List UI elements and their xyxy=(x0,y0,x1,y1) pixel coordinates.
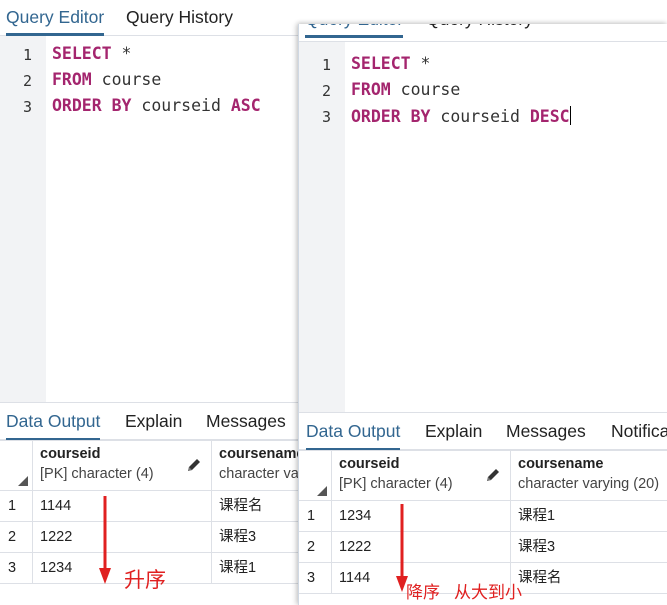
line-number: 3 xyxy=(22,98,32,116)
tab-query-history[interactable]: Query History xyxy=(126,0,233,36)
cell-coursename[interactable]: 课程3 xyxy=(212,522,300,553)
line-number-gutter: 1 2 3 xyxy=(299,42,345,412)
code-text: * xyxy=(410,54,431,73)
tab-notifications[interactable]: Notifications xyxy=(611,413,667,451)
ascending-annotation: 升序 xyxy=(124,568,166,592)
keyword-asc: ASC xyxy=(230,96,261,115)
keyword-select: SELECT xyxy=(52,44,112,63)
cell-coursename[interactable]: 课程1 xyxy=(212,553,300,584)
column-header-courseid[interactable]: courseid [PK] character (4) xyxy=(33,441,212,491)
table-row[interactable]: 1 1234 课程1 xyxy=(299,501,667,532)
keyword-order-by: ORDER BY xyxy=(52,96,132,115)
code-line-2: FROM course xyxy=(351,80,460,99)
column-header-courseid[interactable]: courseid [PK] character (4) xyxy=(332,451,511,501)
column-header-coursename[interactable]: coursename character varying (20) xyxy=(212,441,300,491)
sort-corner-icon xyxy=(317,486,327,496)
row-number: 3 xyxy=(0,553,33,584)
line-number: 2 xyxy=(22,72,32,90)
left-result-tabbar: Data Output Explain Messages xyxy=(0,402,300,441)
column-header-coursename[interactable]: coursename character varying (20) xyxy=(511,451,667,501)
cell-coursename[interactable]: 课程1 xyxy=(511,501,667,532)
line-number: 3 xyxy=(321,108,331,126)
line-number-gutter: 1 2 3 xyxy=(0,36,46,402)
code-line-2: FROM course xyxy=(52,70,161,89)
tab-explain[interactable]: Explain xyxy=(425,413,482,451)
right-query-window: Query Editor Query History 1 2 3 SELECT … xyxy=(298,24,667,605)
keyword-select: SELECT xyxy=(351,54,411,73)
left-query-window: Query Editor Query History 1 2 3 SELECT … xyxy=(0,0,300,605)
right-result-tabbar: Data Output Explain Messages Notificatio… xyxy=(299,412,667,451)
code-line-1: SELECT * xyxy=(351,54,430,73)
code-text: courseid xyxy=(430,107,530,126)
text-cursor xyxy=(569,106,571,125)
code-line-3: ORDER BY courseid ASC xyxy=(52,96,261,115)
column-name: courseid xyxy=(339,456,400,472)
table-row[interactable]: 1 1144 课程名 xyxy=(0,491,300,522)
code-text: * xyxy=(111,44,132,63)
cell-coursename[interactable]: 课程3 xyxy=(511,532,667,563)
table-row[interactable]: 2 1222 课程3 xyxy=(299,532,667,563)
line-number: 1 xyxy=(321,56,331,74)
cell-coursename[interactable]: 课程名 xyxy=(511,563,667,594)
cell-courseid[interactable]: 1144 xyxy=(33,491,212,522)
tab-messages[interactable]: Messages xyxy=(506,413,586,451)
column-name: coursename xyxy=(518,456,604,472)
cell-courseid[interactable]: 1222 xyxy=(33,522,212,553)
descending-annotation: 降序 xyxy=(406,583,440,603)
tab-messages[interactable]: Messages xyxy=(206,403,286,441)
code-text: courseid xyxy=(131,96,231,115)
column-type: character varying (20) xyxy=(518,476,660,492)
tab-data-output[interactable]: Data Output xyxy=(306,413,401,451)
code-text: course xyxy=(390,80,461,99)
keyword-from: FROM xyxy=(351,80,391,99)
keyword-order-by: ORDER BY xyxy=(351,107,431,126)
row-number: 2 xyxy=(299,532,332,563)
cell-courseid[interactable]: 1234 xyxy=(332,501,511,532)
code-line-3: ORDER BY courseid DESC xyxy=(351,106,571,126)
pencil-icon[interactable] xyxy=(484,466,502,484)
left-sql-editor[interactable]: 1 2 3 SELECT * FROM course ORDER BY cour… xyxy=(0,36,300,402)
tab-data-output[interactable]: Data Output xyxy=(6,403,101,441)
tab-query-history[interactable]: Query History xyxy=(426,24,533,38)
column-name: courseid xyxy=(40,446,101,462)
code-text: course xyxy=(91,70,162,89)
table-row[interactable]: 2 1222 课程3 xyxy=(0,522,300,553)
row-number: 1 xyxy=(299,501,332,532)
tab-explain[interactable]: Explain xyxy=(125,403,182,441)
sort-corner-icon xyxy=(18,476,28,486)
select-all-corner[interactable] xyxy=(0,441,33,491)
right-editor-tabbar: Query Editor Query History xyxy=(299,24,667,42)
column-type: [PK] character (4) xyxy=(40,466,154,482)
keyword-from: FROM xyxy=(52,70,92,89)
keyword-desc: DESC xyxy=(529,107,570,126)
column-type: character varying (20) xyxy=(219,466,300,482)
down-arrow-annotation xyxy=(99,496,111,584)
pencil-icon[interactable] xyxy=(185,456,203,474)
large-to-small-annotation: 从大到小 xyxy=(454,583,522,603)
row-number: 1 xyxy=(0,491,33,522)
cell-courseid[interactable]: 1222 xyxy=(332,532,511,563)
row-number: 2 xyxy=(0,522,33,553)
column-name: coursename xyxy=(219,446,300,462)
select-all-corner[interactable] xyxy=(299,451,332,501)
cell-courseid[interactable]: 1234 xyxy=(33,553,212,584)
right-sql-editor[interactable]: 1 2 3 SELECT * FROM course ORDER BY cour… xyxy=(299,42,667,412)
left-editor-tabbar: Query Editor Query History xyxy=(0,0,300,36)
column-type: [PK] character (4) xyxy=(339,476,453,492)
cell-coursename[interactable]: 课程名 xyxy=(212,491,300,522)
line-number: 2 xyxy=(321,82,331,100)
row-number: 3 xyxy=(299,563,332,594)
tab-query-editor[interactable]: Query Editor xyxy=(6,0,105,36)
tab-query-editor[interactable]: Query Editor xyxy=(305,24,404,38)
line-number: 1 xyxy=(22,46,32,64)
code-line-1: SELECT * xyxy=(52,44,131,63)
